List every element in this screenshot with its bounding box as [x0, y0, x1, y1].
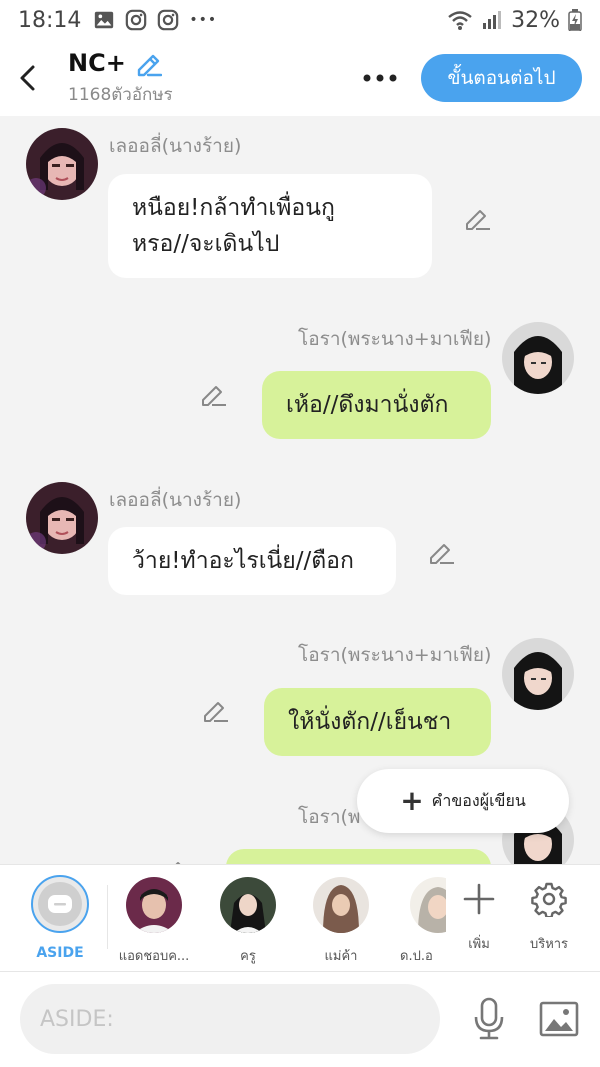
character-selector-bar: ASIDE แอดชอบค... ครู แม่ค้า ด.ป.อ เพิ่ม: [0, 864, 600, 972]
back-button[interactable]: [2, 48, 54, 108]
notification-icons: •••: [93, 9, 217, 31]
wifi-icon: [448, 11, 472, 30]
signal-icon: [483, 11, 502, 29]
avatar-ora[interactable]: [502, 322, 574, 394]
character-count: 1168ตัวอักษร: [68, 84, 173, 105]
more-dots-icon: [363, 74, 397, 82]
character-item[interactable]: ด.ป.อ: [386, 873, 446, 966]
divider: [107, 885, 108, 949]
edit-message-icon[interactable]: [200, 696, 230, 726]
title-block: NC+ 1168ตัวอักษร: [68, 49, 173, 108]
avatar-lolly[interactable]: [26, 482, 98, 554]
character-aside[interactable]: ASIDE: [15, 873, 105, 961]
sender-name: เลออลี่(นางร้าย): [109, 135, 242, 157]
story-title: NC+: [68, 48, 126, 77]
character-name: แอดชอบค...: [118, 949, 190, 964]
next-step-button[interactable]: ขั้นตอนต่อไป: [421, 54, 582, 102]
character-item[interactable]: แม่ค้า: [296, 873, 386, 966]
message-text: เห้อ//ดึงมานั่งตัก: [286, 392, 449, 418]
pencil-icon: [137, 54, 162, 76]
battery-percent: 32%: [511, 7, 560, 33]
edit-message-icon[interactable]: [160, 856, 190, 864]
character-name: ครู: [240, 949, 256, 964]
message-bubble[interactable]: ว้าย!ทำอะไรเนี่ย//ตือก: [108, 527, 396, 595]
sender-name: เลออลี่(นางร้าย): [109, 489, 242, 511]
aside-label: ASIDE: [36, 945, 84, 961]
message-text: ให้นั่งตัก//เย็นชา: [288, 709, 452, 735]
system-status: 32%: [447, 8, 582, 33]
gallery-notification-icon: [95, 11, 114, 29]
sender-name: โอรา(พระนาง+มาเฟีย): [298, 644, 492, 666]
microphone-icon: [474, 997, 504, 1040]
plus-icon: +: [400, 784, 424, 817]
manage-characters-button[interactable]: บริหาร: [514, 875, 584, 954]
character-avatar: [410, 877, 446, 933]
character-name: แม่ค้า: [324, 949, 358, 964]
sender-name: โอรา(พ: [298, 806, 361, 828]
message-text-line: หนือย!กล้าทำเพื่อนกู: [132, 195, 335, 221]
character-avatar: [126, 877, 182, 933]
more-notifications-icon: •••: [189, 12, 218, 28]
status-bar: 18:14 ••• 32%: [0, 0, 600, 40]
character-item[interactable]: ครู: [203, 873, 293, 966]
avatar-ora[interactable]: [502, 638, 574, 710]
attach-image-button[interactable]: [536, 996, 582, 1042]
message-text-line: หรอ//จะเดินไป: [132, 231, 280, 257]
message-bubble[interactable]: เห้อ//ดึงมานั่งตัก: [262, 371, 491, 439]
gear-icon: [531, 882, 567, 917]
message-bubble[interactable]: ให้นั่งตัก//เย็นชา: [264, 688, 491, 756]
character-avatar: [220, 877, 276, 933]
character-name: ด.ป.อ: [400, 949, 433, 964]
app-header: NC+ 1168ตัวอักษร ขั้นตอนต่อไป: [0, 40, 600, 116]
chat-bubble-icon: [48, 895, 72, 913]
add-character-button[interactable]: เพิ่ม: [444, 875, 514, 954]
image-icon: [539, 1001, 579, 1037]
author-note-button[interactable]: + คำของผู้เขียน: [357, 769, 569, 833]
manage-label: บริหาร: [529, 937, 569, 952]
battery-charging-icon: [568, 9, 582, 31]
message-input-bar: [0, 972, 600, 1067]
add-label: เพิ่ม: [468, 937, 490, 952]
aside-avatar: [31, 875, 89, 933]
message-input[interactable]: [20, 984, 440, 1054]
instagram-notification-icon: [126, 9, 147, 31]
message-bubble[interactable]: [226, 849, 491, 864]
character-avatar: [313, 877, 369, 933]
sender-name: โอรา(พระนาง+มาเฟีย): [298, 328, 492, 350]
chat-area[interactable]: เลออลี่(นางร้าย) หนือย!กล้าทำเพื่อนกู หร…: [0, 116, 600, 864]
more-options-button[interactable]: [360, 60, 400, 96]
plus-icon: [463, 883, 495, 915]
character-item[interactable]: แอดชอบค...: [109, 873, 199, 966]
chevron-left-icon: [20, 65, 35, 91]
avatar-lolly[interactable]: [26, 128, 98, 200]
status-time: 18:14: [18, 7, 82, 33]
instagram-notification-icon-2: [158, 9, 179, 31]
edit-message-icon[interactable]: [462, 204, 492, 234]
edit-message-icon[interactable]: [198, 380, 228, 410]
author-note-label: คำของผู้เขียน: [431, 790, 526, 810]
edit-title-button[interactable]: [134, 49, 162, 77]
message-text: ว้าย!ทำอะไรเนี่ย//ตือก: [132, 548, 354, 574]
message-bubble[interactable]: หนือย!กล้าทำเพื่อนกู หรอ//จะเดินไป: [108, 174, 432, 278]
edit-message-icon[interactable]: [426, 538, 456, 568]
voice-input-button[interactable]: [466, 994, 512, 1044]
